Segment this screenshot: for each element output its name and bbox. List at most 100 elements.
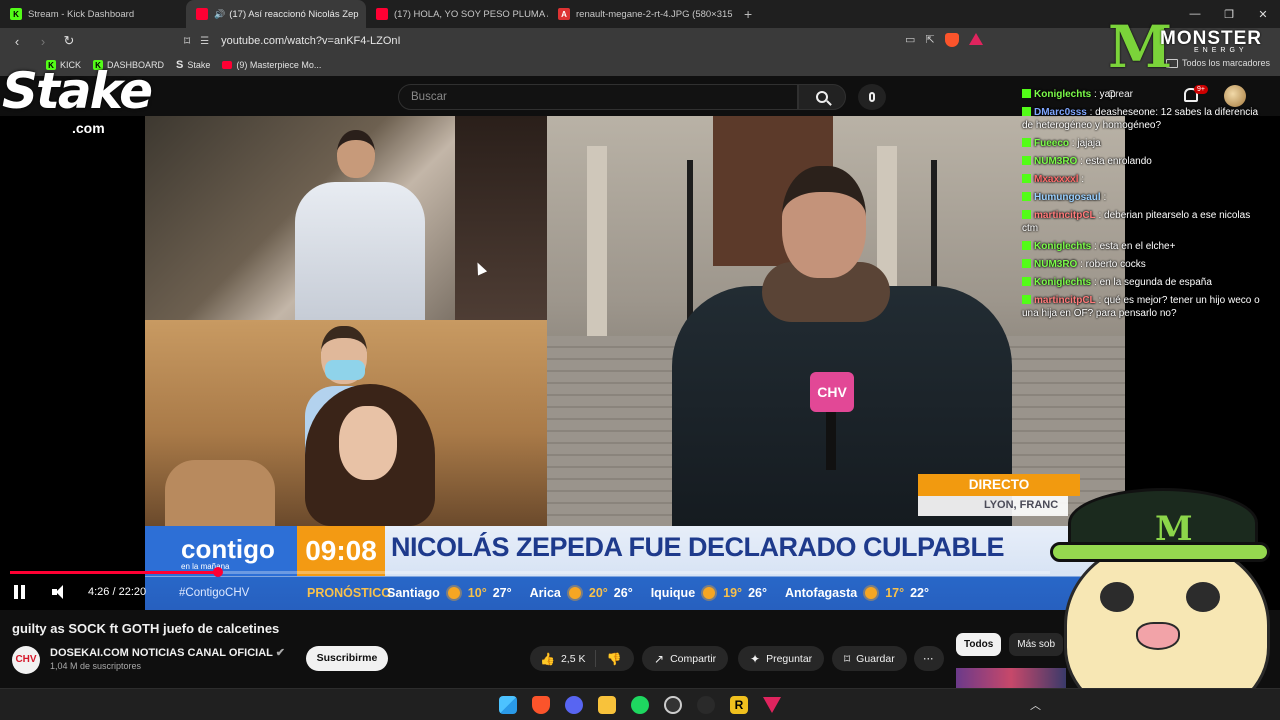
ask-label: Preguntar — [766, 652, 813, 665]
weather-city: Iquique — [650, 586, 696, 600]
tray-chevron-icon[interactable]: ︿ — [1030, 697, 1041, 713]
weather-city: Antofagasta — [784, 586, 858, 600]
bookmark-masterpiece[interactable]: (9) Masterpiece Mo... — [222, 60, 321, 70]
speaker-icon[interactable]: 🔊 — [214, 9, 225, 20]
monster-energy-logo: M MONSTER ENERGY — [1104, 16, 1280, 80]
scrubber-handle[interactable] — [213, 567, 223, 577]
cap-brim — [1050, 542, 1270, 562]
bookmarks-bar: K KICK K DASHBOARD S Stake (9) Masterpie… — [0, 54, 1280, 76]
chat-username: Koniglechts — [1034, 89, 1092, 100]
hashtag: #ContigoCHV — [179, 587, 250, 599]
back-icon[interactable]: ‹ — [6, 34, 28, 49]
share-button[interactable]: ↗ Compartir — [642, 646, 729, 671]
chat-text: : yap — [1094, 89, 1116, 100]
chip-more-from[interactable]: Más sob — [1009, 633, 1064, 656]
chat-text: : esta en el elche+ — [1094, 241, 1176, 252]
tab-image[interactable]: A renault-megane-2-rt-4.JPG (580×315 — [548, 0, 734, 28]
tab-label: Stream - Kick Dashboard — [28, 8, 135, 20]
broadcast-clock: 09:08 — [297, 526, 385, 576]
chat-message: DMarc0sss : deasheseone: 12 sabes la dif… — [1022, 106, 1262, 132]
studio-panel — [145, 116, 547, 320]
url-text[interactable]: youtube.com/watch?v=anKF4-LZOnI — [221, 35, 400, 47]
r-app-icon[interactable]: R — [730, 696, 748, 714]
dislike-button[interactable]: 👎 — [596, 652, 631, 666]
tab-youtube-active[interactable]: 🔊 (17) Así reaccionó Nicolás Zep ✕ — [186, 0, 366, 28]
pause-button[interactable] — [14, 585, 28, 599]
weather-item: Iquique 19° 26° — [651, 586, 767, 600]
column-shape — [587, 146, 607, 336]
chat-message: NUM3RO : esta enrolando — [1022, 155, 1262, 168]
address-actions: ▭ ⇱ — [905, 33, 983, 47]
headline: NICOLÁS ZEPEDA FUE DECLARADO CULPABLE — [391, 532, 1005, 562]
windows-start-icon[interactable] — [499, 696, 517, 714]
search-icon — [816, 91, 828, 103]
chip-all[interactable]: Todos — [956, 633, 1002, 656]
background-face — [455, 116, 547, 320]
address-bar[interactable]: ⌑ ☰ youtube.com/watch?v=anKF4-LZOnI — [184, 31, 1010, 51]
brave-rewards-icon[interactable] — [763, 697, 781, 713]
subscriber-count: 1,04 M de suscriptores — [50, 661, 142, 671]
woman-figure — [305, 384, 435, 526]
chat-username: Koniglechts — [1034, 241, 1092, 252]
kick-badge-icon — [1022, 156, 1031, 165]
tab-label: (17) Así reaccionó Nicolás Zep — [229, 8, 359, 20]
channel-name[interactable]: DOSEKAI.COM NOTICIAS CANAL OFICIAL ✔ — [50, 646, 285, 659]
taskbar: R ︿ — [0, 688, 1280, 720]
chat-message: Koniglechts : esta en el elche+ — [1022, 240, 1262, 253]
voice-search-button[interactable] — [858, 84, 886, 110]
ask-button[interactable]: ✦ Preguntar — [738, 646, 825, 671]
cat-eye — [1100, 582, 1134, 612]
bookmark-icon: ⌑ — [844, 651, 851, 666]
discord-icon[interactable] — [565, 696, 583, 714]
progress-bar[interactable] — [10, 567, 1050, 577]
spotify-icon[interactable] — [631, 696, 649, 714]
chat-username: DMarc0sss — [1034, 107, 1087, 118]
brave-shield-icon[interactable] — [944, 33, 959, 47]
search-button[interactable] — [798, 84, 846, 110]
more-actions-button[interactable]: ⋯ — [914, 646, 944, 671]
chat-username: Mxaxxxxl — [1034, 174, 1079, 185]
related-thumbnail[interactable] — [956, 668, 1066, 688]
like-button[interactable]: 👍 2,5 K — [530, 650, 597, 667]
chat-message: Fueeco : jajaja — [1022, 137, 1262, 150]
bookmark-icon[interactable]: ⌑ — [184, 34, 190, 48]
location-label: LYON, FRANC — [918, 496, 1068, 516]
tab-kick-dashboard[interactable]: K Stream - Kick Dashboard — [0, 0, 186, 28]
volume-icon[interactable] — [52, 585, 70, 599]
channel-name-text[interactable]: DOSEKAI.COM NOTICIAS CANAL OFICIAL — [50, 647, 273, 659]
youtube-icon — [222, 61, 233, 69]
share-icon[interactable]: ⇱ — [925, 33, 934, 47]
cast-icon[interactable]: ▭ — [905, 33, 915, 47]
cat-nose — [1136, 622, 1180, 650]
search-input[interactable]: Buscar — [398, 84, 798, 110]
progress-fill — [10, 571, 218, 574]
coat-shape — [165, 460, 275, 526]
obs-icon[interactable] — [697, 696, 715, 714]
forward-icon[interactable]: › — [32, 34, 54, 49]
youtube-icon — [376, 8, 388, 20]
stake-wordmark: Stake — [2, 62, 153, 120]
site-info-icon[interactable]: ☰ — [200, 36, 209, 47]
tab-youtube-2[interactable]: (17) HOLA, YO SOY PESO PLUMA // I — [366, 0, 548, 28]
weather-ticker: #ContigoCHV PRONÓSTICO Santiago 10° 27° … — [145, 576, 1125, 610]
related-chips: Todos Más sob — [956, 633, 1064, 656]
chat-username: NUM3RO — [1034, 259, 1078, 270]
new-tab-button[interactable]: + — [734, 6, 762, 22]
save-button[interactable]: ⌑ Guardar — [832, 646, 907, 671]
kick-badge-icon — [1022, 210, 1031, 219]
channel-avatar[interactable]: CHV — [12, 646, 40, 674]
show-name: contigo — [181, 534, 275, 564]
file-explorer-icon[interactable] — [598, 696, 616, 714]
reload-icon[interactable]: ↻ — [58, 33, 80, 49]
chrome-icon[interactable] — [664, 696, 682, 714]
subscribe-button[interactable]: Suscribirme — [306, 646, 388, 671]
weather-city: Arica — [529, 586, 561, 600]
brave-rewards-icon[interactable] — [968, 33, 983, 45]
weather-high: 27° — [492, 586, 512, 600]
microphone-icon — [869, 92, 875, 102]
chat-message: NUM3RO : roberto cocks — [1022, 258, 1262, 271]
bookmark-stake[interactable]: S Stake — [176, 59, 210, 71]
kick-badge-icon — [1022, 138, 1031, 147]
chat-overlay: Koniglechts : yap DMarc0sss : deasheseone… — [1022, 88, 1262, 325]
brave-browser-icon[interactable] — [532, 696, 550, 714]
